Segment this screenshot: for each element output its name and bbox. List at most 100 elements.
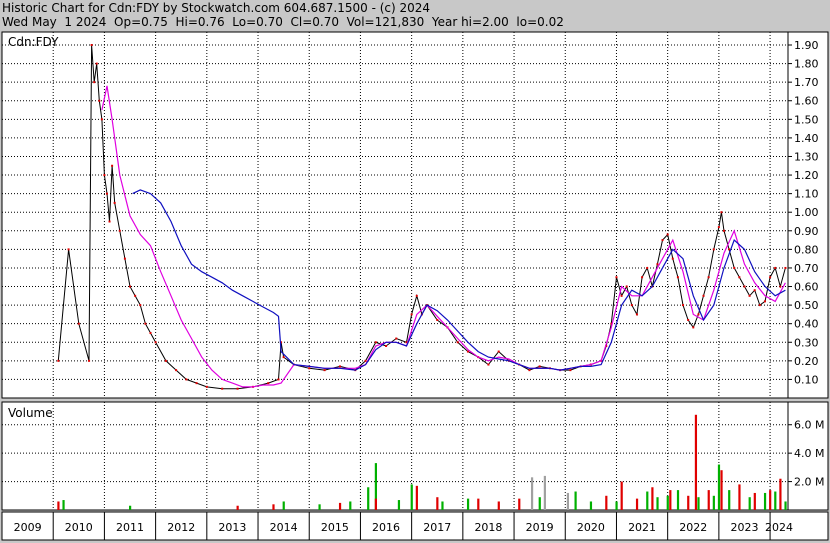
- price-tick-label: 1.50: [794, 113, 819, 126]
- volume-down-bar: [687, 495, 690, 510]
- volume-up-bar: [615, 501, 618, 510]
- price-point: [671, 257, 674, 260]
- price-tick-label: 1.70: [794, 76, 819, 89]
- price-point: [221, 387, 224, 390]
- volume-down-bar: [374, 498, 377, 510]
- price-point: [88, 359, 91, 362]
- volume-up-bar: [367, 487, 370, 510]
- price-point: [149, 331, 152, 334]
- volume-up-bar: [574, 491, 577, 510]
- volume-down-bar: [477, 498, 480, 510]
- price-point: [656, 263, 659, 266]
- volume-up-bar: [712, 495, 715, 510]
- volume-down-bar: [605, 495, 608, 510]
- year-label: 2012: [167, 521, 195, 534]
- price-tick-label: 1.30: [794, 150, 819, 163]
- volume-down-bar: [236, 505, 239, 510]
- price-point: [100, 118, 103, 121]
- price-point: [641, 276, 644, 279]
- year-label: 2019: [526, 521, 554, 534]
- price-point: [666, 233, 669, 236]
- price-tick-label: 0.20: [794, 355, 819, 368]
- year-label: 2020: [577, 521, 605, 534]
- price-tick-label: 0.30: [794, 336, 819, 349]
- volume-panel: [1, 401, 829, 511]
- price-point: [134, 294, 137, 297]
- price-point: [105, 192, 108, 195]
- price-point: [118, 229, 121, 232]
- price-point: [282, 356, 285, 359]
- volume-up-bar: [676, 490, 680, 510]
- volume-down-bar: [651, 487, 654, 510]
- volume-down-bar: [769, 490, 772, 510]
- price-point: [144, 322, 147, 325]
- volume-tick-label: 2.0 M: [794, 476, 824, 489]
- price-point: [436, 318, 439, 321]
- volume-down-bar: [669, 490, 672, 510]
- volume-up-bar: [318, 504, 321, 510]
- price-panel-title: Cdn:FDY: [8, 35, 59, 49]
- price-point: [717, 226, 720, 229]
- price-point: [528, 369, 531, 372]
- volume-down-bar: [497, 501, 500, 510]
- price-point: [707, 276, 710, 279]
- price-tick-label: 1.00: [794, 206, 819, 219]
- volume-up-bar: [397, 500, 401, 510]
- price-point: [720, 211, 723, 214]
- price-point: [195, 382, 198, 385]
- volume-up-bar: [697, 497, 700, 510]
- volume-unchanged-bar: [543, 475, 546, 510]
- volume-up-bar: [646, 491, 649, 510]
- volume-up-bar: [774, 491, 777, 510]
- volume-down-bar: [753, 492, 756, 510]
- volume-down-bar: [720, 470, 723, 510]
- year-label: 2015: [321, 521, 349, 534]
- price-point: [111, 164, 114, 167]
- volume-up-bar: [441, 501, 444, 510]
- price-tick-label: 0.90: [794, 225, 819, 238]
- price-tick-label: 1.40: [794, 132, 819, 145]
- price-point: [692, 326, 695, 329]
- volume-up-bar: [410, 484, 413, 510]
- volume-up-bar: [728, 490, 731, 510]
- price-point: [748, 294, 751, 297]
- volume-down-bar: [694, 414, 698, 510]
- price-point: [630, 304, 633, 307]
- year-label: 2014: [270, 521, 298, 534]
- price-point: [98, 99, 101, 102]
- price-point: [738, 276, 741, 279]
- volume-down-bar: [272, 504, 275, 510]
- price-point: [103, 174, 106, 177]
- volume-up-bar: [538, 497, 541, 510]
- price-point: [615, 276, 618, 279]
- year-label: 2023: [730, 521, 758, 534]
- price-point: [769, 276, 772, 279]
- volume-up-bar: [763, 492, 767, 510]
- price-point: [682, 304, 685, 307]
- year-label: 2011: [116, 521, 144, 534]
- volume-unchanged-bar: [530, 477, 534, 510]
- price-tick-label: 0.50: [794, 299, 819, 312]
- price-point: [338, 365, 341, 368]
- volume-down-bar: [779, 478, 782, 510]
- price-point: [635, 313, 638, 316]
- price-point: [728, 248, 731, 251]
- price-point: [774, 266, 777, 269]
- price-point: [374, 341, 377, 344]
- volume-down-bar: [518, 498, 521, 510]
- price-tick-label: 0.10: [794, 373, 819, 386]
- price-tick-label: 0.80: [794, 243, 819, 256]
- price-point: [175, 369, 178, 372]
- chart-canvas: 2009 2010 2011 2012 2013 2014 2015 2016 2017 2018…: [1, 31, 829, 541]
- price-point: [676, 276, 679, 279]
- price-tick-label: 0.40: [794, 318, 819, 331]
- year-label: 2016: [372, 521, 400, 534]
- price-point: [267, 382, 270, 385]
- price-point: [733, 266, 736, 269]
- price-point: [497, 350, 500, 353]
- price-tick-label: 0.60: [794, 281, 819, 294]
- price-point: [90, 44, 93, 47]
- volume-down-bar: [338, 502, 342, 510]
- price-point: [113, 201, 116, 204]
- volume-tick-label: 4.0 M: [794, 447, 824, 460]
